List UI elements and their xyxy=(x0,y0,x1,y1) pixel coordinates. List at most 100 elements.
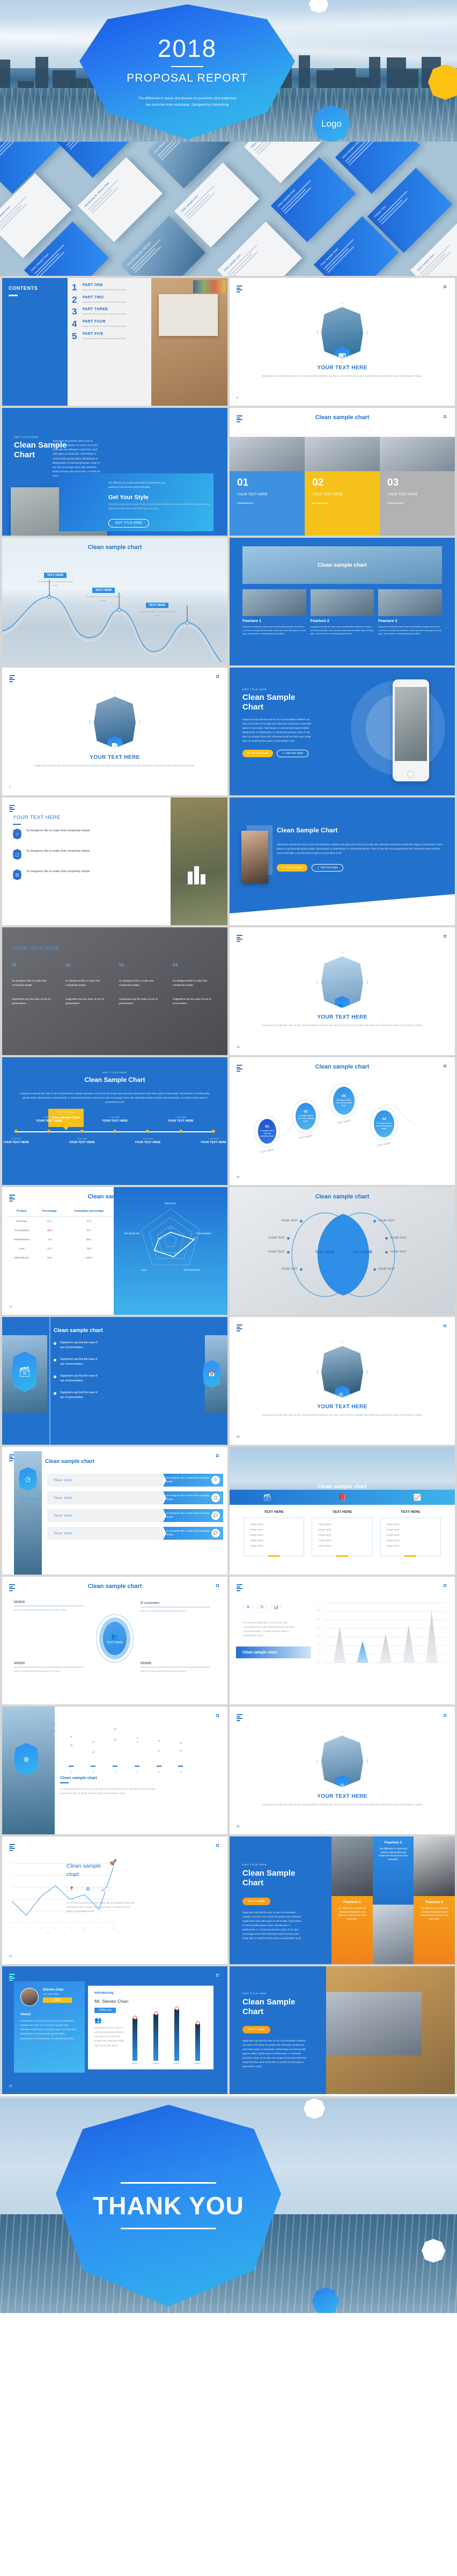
slide-profile-intro[interactable]: Steven chan Get Your Style CEO About Sup… xyxy=(2,1966,227,2094)
slide-venn[interactable]: Clean sample chart TEXT HERE TEXT HERE Y… xyxy=(230,1187,455,1315)
expand-icon[interactable] xyxy=(216,1454,220,1459)
slide-bullets[interactable]: YOUR TEXT HERE ☆ So designers like to mak… xyxy=(2,797,227,925)
nav-dots[interactable]: ·· xyxy=(9,1695,11,1699)
circle-step[interactable]: 02 So designers like to make that complex… xyxy=(292,1099,320,1138)
diagram-node[interactable]: Mobile Based on mobile payment industry a… xyxy=(141,1662,210,1673)
contents-item[interactable]: 3 PART THREE Supporters say that the ease … xyxy=(72,308,147,316)
nav-dots[interactable]: ·· xyxy=(237,1695,238,1699)
venn-node[interactable]: YOUR TEXT xyxy=(281,1268,303,1271)
circle-step[interactable]: 03 So designers like to make that complex… xyxy=(329,1083,358,1123)
step-column[interactable]: 03 So designers like to make that complex… xyxy=(115,963,168,1007)
step-column[interactable]: 02 So designers like to make that complex… xyxy=(61,963,115,1007)
nav-dots[interactable]: ·· xyxy=(219,786,220,789)
slide-database-list[interactable]: 🗃 Clean sample chart Supporters say that… xyxy=(2,1317,227,1445)
timeline-dot[interactable] xyxy=(212,1130,215,1133)
nav-dots[interactable]: ·· xyxy=(219,1565,220,1569)
feature-item[interactable]: Feacture 2 Supporters say that the ease o… xyxy=(311,589,374,636)
menu-icon[interactable] xyxy=(9,1974,18,1979)
nav-dots[interactable]: ·· xyxy=(446,1176,448,1179)
slide-badge-search[interactable]: 🔍 YOUR TEXT HERE Supporters say that the… xyxy=(230,1317,455,1445)
team-row[interactable]: Your text So designers like to make that … xyxy=(47,1509,220,1522)
menu-icon[interactable] xyxy=(9,805,18,810)
circle-step[interactable]: 01 So designers like to make that complex… xyxy=(254,1115,280,1152)
nav-dots[interactable]: ·· xyxy=(446,1046,448,1049)
diagram-node[interactable]: E-commerc Based on mobile payment industr… xyxy=(141,1601,210,1613)
venn-node[interactable]: YOUR TEXT xyxy=(268,1250,290,1254)
get-your-style-button[interactable]: Get Your Style xyxy=(242,1898,270,1905)
expand-icon[interactable] xyxy=(444,1584,448,1589)
menu-icon[interactable] xyxy=(9,1844,18,1849)
slide-feature-mosaic[interactable]: EDIT TITLE HERE Clean Sample Chart Get Y… xyxy=(230,1836,455,1964)
nav-dots[interactable]: ·· xyxy=(219,2085,220,2088)
number-column[interactable]: 03 YOUR TEXT HERE xyxy=(380,437,455,536)
nav-dots[interactable]: ·· xyxy=(219,1955,220,1958)
slide-badge-atom[interactable]: ⚛ YOUR TEXT HERE Supporters say that the… xyxy=(230,1707,455,1834)
slide-phone-mockup[interactable]: EDIT TITLE HERE Clean Sample Chart Suppo… xyxy=(230,668,455,795)
slide-three-numbers[interactable]: Clean sample chart 01 YOUR TEXT HERE 02 YOU… xyxy=(230,408,455,536)
venn-node[interactable]: YOUR TEXT xyxy=(385,1250,407,1254)
slide-contents[interactable]: CONTENTS 1 PART ONE Supporters say that th… xyxy=(2,278,227,406)
slide-badge-people[interactable]: 👥 YOUR TEXT HERE Supporters say that the… xyxy=(230,927,455,1055)
slide-badge-text[interactable]: 📊 YOUR TEXT HERE Supporters say that the… xyxy=(230,278,455,406)
slide-mobile-diagram[interactable]: Clean sample chart 👥 TEXT HERE Mobile Bas… xyxy=(2,1577,227,1704)
feature-item[interactable]: Feacture 3 Supporters say that the ease o… xyxy=(378,589,442,636)
expand-icon[interactable] xyxy=(216,1974,220,1979)
contents-item[interactable]: 5 PART FIVE Supporters say that the ease o… xyxy=(72,332,147,341)
slide-timeline[interactable]: EDIT TITLE HERE Clean Sample Chart Suppo… xyxy=(2,1057,227,1185)
venn-node[interactable]: YOUR TEXT xyxy=(385,1236,407,1240)
number-column[interactable]: 01 YOUR TEXT HERE xyxy=(230,437,305,536)
timeline-dot[interactable] xyxy=(113,1130,116,1133)
slide-features[interactable]: Clean sample chart Feacture 1 Supporters … xyxy=(230,538,455,665)
nav-dots[interactable]: ·· xyxy=(446,1436,448,1439)
slide-line-markers[interactable]: Clean sample chart TEXT HERE So designers… xyxy=(2,538,227,665)
venn-node[interactable]: YOUR TEXT xyxy=(281,1219,303,1223)
slide-badge-doc[interactable]: 📄 YOUR TEXT HERE Supporters say that the… xyxy=(2,668,227,795)
nav-dots[interactable]: ·· xyxy=(446,1825,448,1828)
nav-dots[interactable]: ·· xyxy=(9,1565,11,1569)
get-your-style-button-outline[interactable]: ⇩ Get Your Style xyxy=(312,864,343,872)
expand-icon[interactable] xyxy=(216,1844,220,1849)
timeline-dot[interactable] xyxy=(146,1130,149,1133)
menu-icon[interactable] xyxy=(237,1584,245,1590)
slide-area-chart[interactable]: ✈ ↻ 📊 Or overhead projections. Ease of u… xyxy=(230,1577,455,1704)
slide-photo-blocks[interactable]: EDIT TITLE HERE Clean Sample Chart Get Y… xyxy=(230,1966,455,2094)
contents-item[interactable]: 1 PART ONE Supporters say that the ease of… xyxy=(72,283,147,292)
get-your-style-button-outline[interactable]: ⇩ Get Your Style xyxy=(277,750,308,757)
slide-get-your-style[interactable]: EDIT TITLE HERE Clean Sample Chart Suppo… xyxy=(2,408,227,536)
slide-circle-steps[interactable]: Clean sample chart 01 So designers like t… xyxy=(230,1057,455,1185)
diagram-node[interactable]: Mobile Based on mobile payment industry a… xyxy=(14,1662,84,1673)
contents-item[interactable]: 4 PART FOUR Supporters say that the ease o… xyxy=(72,320,147,328)
edit-title-button[interactable]: EDIT TITLE HERE xyxy=(108,519,149,528)
timeline-dot[interactable] xyxy=(14,1130,18,1133)
expand-icon[interactable] xyxy=(216,1714,220,1719)
venn-node[interactable]: YOUR TEXT xyxy=(268,1236,290,1240)
slide-growth-line[interactable]: 🚀 1 2 3 4 5 6 7 8 Clean sample chart 📍 ⚙ 📈 Or ov… xyxy=(2,1836,227,1964)
contents-item[interactable]: 2 PART TWO Supporters say that the ease of… xyxy=(72,296,147,304)
get-your-style-button[interactable]: Get Your Style xyxy=(242,2026,270,2033)
diagram-node[interactable]: Mobile Based on mobile payment industry a… xyxy=(14,1600,84,1612)
slide-our-team[interactable]: ◷ Our team Clean sample chart Your text S… xyxy=(2,1447,227,1575)
nav-dots[interactable]: ·· xyxy=(9,916,11,919)
slide-table-radar[interactable]: Clean sample chart ProductPercentageCumu… xyxy=(2,1187,227,1315)
step-column[interactable]: 01 So designers like to make that complex… xyxy=(8,963,61,1007)
info-card[interactable]: TEXT HERE · YOUR TEXT · YOUR TEXT · YOUR TE… xyxy=(244,1510,304,1556)
info-card[interactable]: TEXT HERE · YOUR TEXT · YOUR TEXT · YOUR TE… xyxy=(312,1510,372,1556)
team-row[interactable]: Your text So designers like to make that … xyxy=(47,1474,220,1487)
get-your-style-button-primary[interactable]: ⏱ Get Your Style xyxy=(277,864,307,872)
nav-dots[interactable]: ·· xyxy=(446,397,448,400)
bullet-item[interactable]: ▢ So designers like to make that complexi… xyxy=(13,849,104,860)
slide-portrait-chart[interactable]: Clean Sample Chart Supporters say that t… xyxy=(230,797,455,925)
timeline-dot[interactable] xyxy=(80,1130,84,1133)
slide-three-cards[interactable]: Clean sample chart 🗃 📕 📈 TEXT HERE · YOUR… xyxy=(230,1447,455,1575)
nav-dots[interactable]: ·· xyxy=(219,1825,220,1828)
nav-dots[interactable]: ·· xyxy=(219,1695,220,1699)
bullet-item[interactable]: ☆ So designers like to make that complexi… xyxy=(13,829,104,839)
venn-node[interactable]: YOUR TEXT xyxy=(373,1268,395,1271)
slide-bar-chart[interactable]: ⎈ 120 100 80 60 40 20 0 80 65 1 65 45 2 102 80 3 75 73 4 68… xyxy=(2,1707,227,1834)
slide-four-steps[interactable]: YOUR TEXT HERE 01 So designers like to ma… xyxy=(2,927,227,1055)
circle-step[interactable]: 04 So designers like to make that complex… xyxy=(370,1107,398,1146)
venn-node[interactable]: YOUR TEXT xyxy=(373,1219,395,1223)
timeline-dot[interactable] xyxy=(179,1130,182,1133)
team-row[interactable]: Your text So designers like to make that … xyxy=(47,1491,220,1504)
feature-item[interactable]: Feacture 1 Supporters say that the ease o… xyxy=(242,589,306,636)
